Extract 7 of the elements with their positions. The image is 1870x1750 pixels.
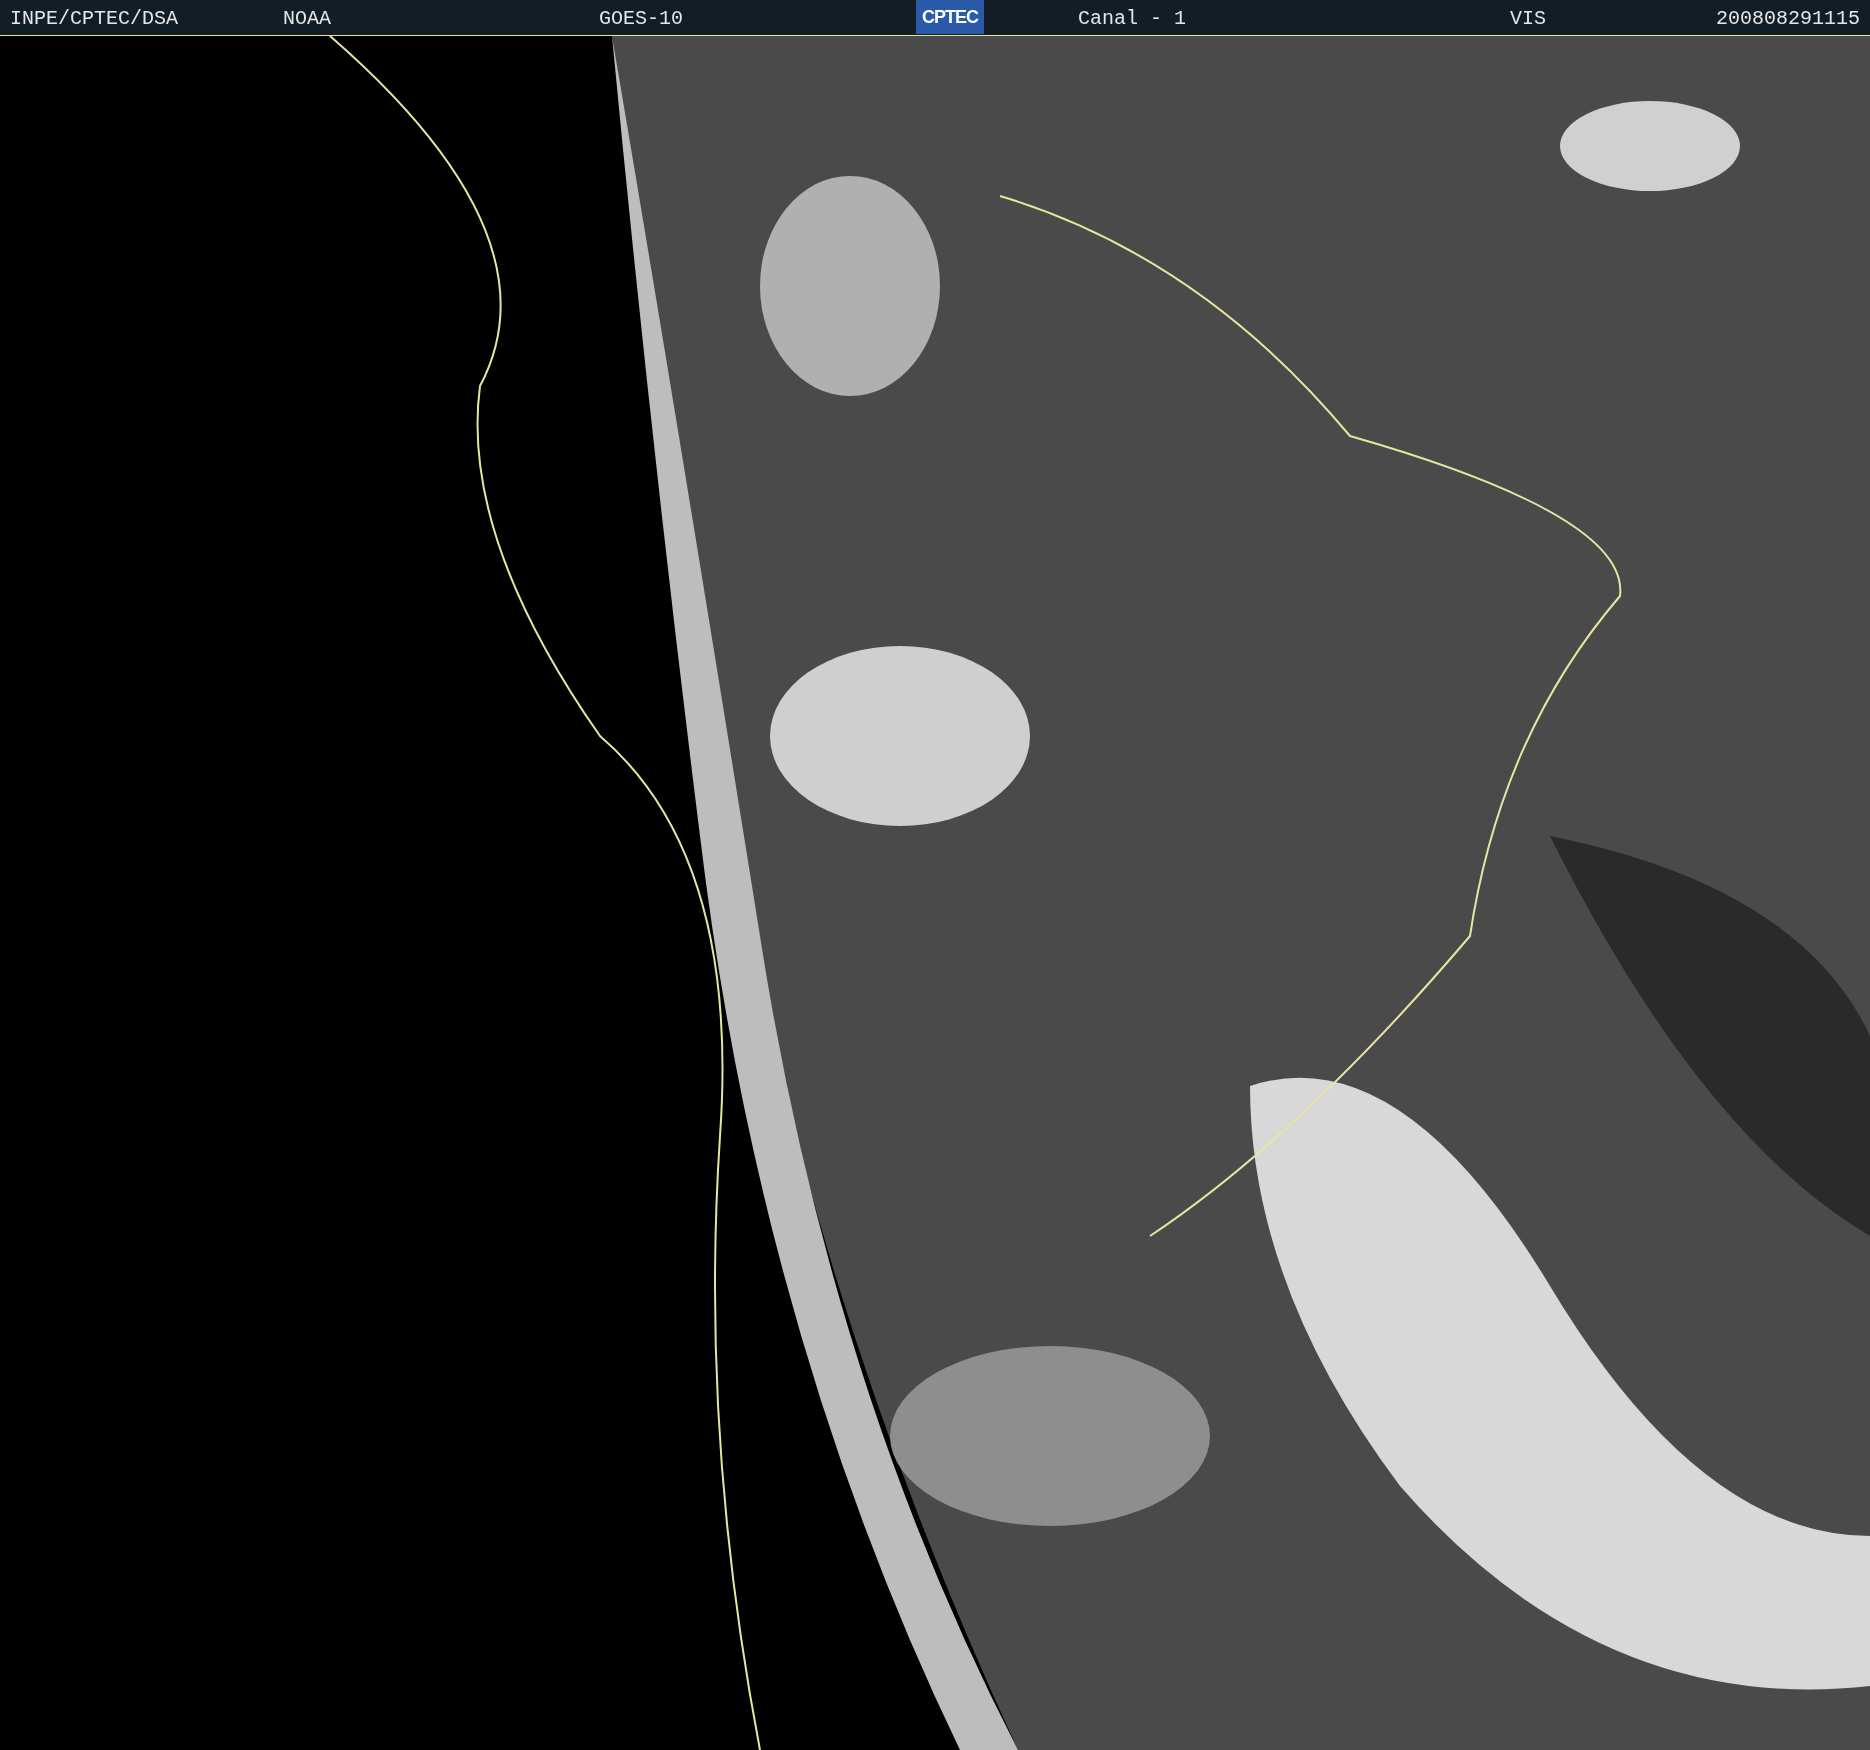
- channel-label: Canal - 1: [1078, 7, 1187, 30]
- band-label: VIS: [1510, 7, 1546, 30]
- timestamp-label: 200808291115: [1715, 7, 1860, 30]
- logo: CPTEC: [916, 0, 984, 34]
- source-label: NOAA: [283, 7, 331, 30]
- satellite-label: GOES-10: [599, 7, 683, 30]
- agency-label: INPE/CPTEC/DSA: [10, 7, 179, 30]
